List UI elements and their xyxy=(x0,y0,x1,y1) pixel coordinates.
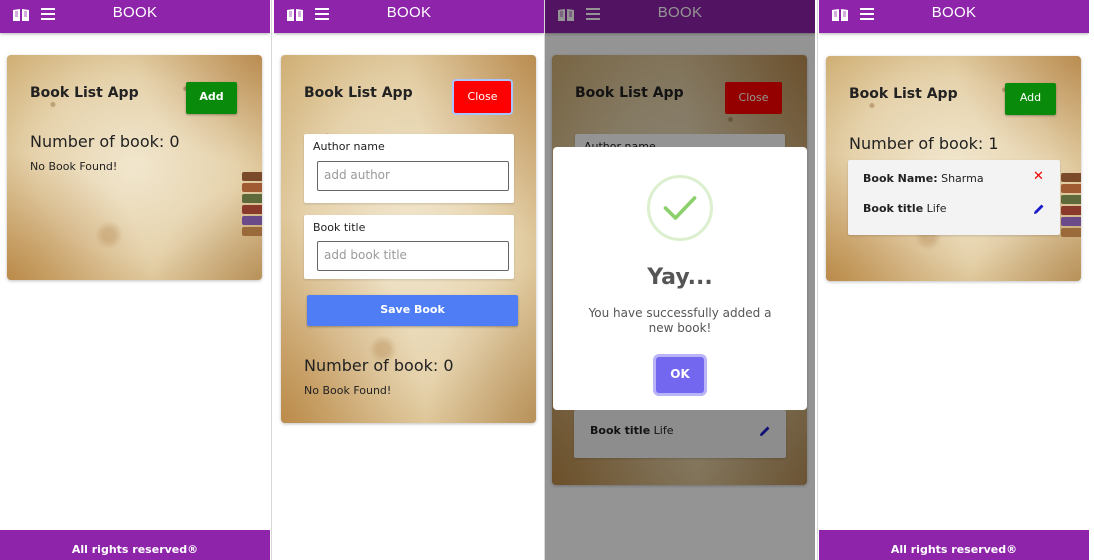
dialog-message: You have successfully added a new book! xyxy=(588,306,772,335)
panel-list-with-book: BOOK Book List App Add Number of book: 1… xyxy=(819,0,1089,560)
book-name-key: Book Name: xyxy=(863,172,938,185)
panel-empty-list: BOOK Book List App Add Number of book: 0… xyxy=(0,0,270,560)
app-title: Book List App xyxy=(30,85,139,101)
no-book-message: No Book Found! xyxy=(30,160,118,173)
dialog-heading: Yay... xyxy=(647,265,713,290)
book-item: Book Name: Sharma ✕ Book title Life xyxy=(848,160,1060,235)
author-label: Author name xyxy=(313,140,385,153)
book-list-card: Book List App Add Number of book: 0 No B… xyxy=(7,55,262,280)
title-input[interactable]: add book title xyxy=(317,241,509,271)
delete-x-icon[interactable]: ✕ xyxy=(1033,169,1044,184)
screenshot-stage: BOOK Book List App Add Number of book: 0… xyxy=(0,0,1094,560)
checkmark-icon xyxy=(647,175,713,241)
book-title-value: Life xyxy=(926,202,947,215)
divider xyxy=(271,0,272,560)
author-input[interactable]: add author xyxy=(317,161,509,191)
brand-title[interactable]: BOOK xyxy=(274,4,544,21)
save-book-button[interactable]: Save Book xyxy=(307,295,518,326)
close-button[interactable]: Close xyxy=(454,81,511,113)
books-illustration xyxy=(1061,173,1081,239)
book-list-card: Book List App Close Author name add auth… xyxy=(281,55,536,423)
ok-button[interactable]: OK xyxy=(656,357,704,393)
navbar: BOOK xyxy=(819,0,1089,33)
panel-success-dialog: BOOK Book List App Close Author name Boo… xyxy=(545,0,815,560)
panel-add-form: BOOK Book List App Close Author name add… xyxy=(274,0,544,560)
book-title-key: Book title xyxy=(863,202,924,215)
book-name-row: Book Name: Sharma xyxy=(863,172,984,185)
book-list-card: Book List App Add Number of book: 1 Book… xyxy=(826,56,1081,281)
success-dialog: Yay... You have successfully added a new… xyxy=(553,147,807,410)
book-name-value: Sharma xyxy=(941,172,984,185)
divider xyxy=(817,0,818,560)
add-button[interactable]: Add xyxy=(186,82,237,114)
title-form-group: Book title add book title xyxy=(304,215,514,279)
footer: All rights reserved® xyxy=(819,530,1089,560)
app-title: Book List App xyxy=(849,86,958,102)
no-book-message: No Book Found! xyxy=(304,384,392,397)
books-illustration xyxy=(242,172,262,238)
book-count: Number of book: 0 xyxy=(30,132,180,151)
brand-title[interactable]: BOOK xyxy=(819,4,1089,21)
title-label: Book title xyxy=(313,221,366,234)
book-title-row: Book title Life xyxy=(863,202,947,215)
book-count: Number of book: 1 xyxy=(849,134,999,153)
add-button[interactable]: Add xyxy=(1005,83,1056,115)
footer: All rights reserved® xyxy=(0,530,270,560)
book-count: Number of book: 0 xyxy=(304,356,454,375)
brand-title[interactable]: BOOK xyxy=(0,4,270,21)
pencil-edit-icon[interactable] xyxy=(1033,203,1045,215)
author-form-group: Author name add author xyxy=(304,134,514,203)
navbar: BOOK xyxy=(274,0,544,33)
navbar: BOOK xyxy=(0,0,270,33)
app-title: Book List App xyxy=(304,85,413,101)
